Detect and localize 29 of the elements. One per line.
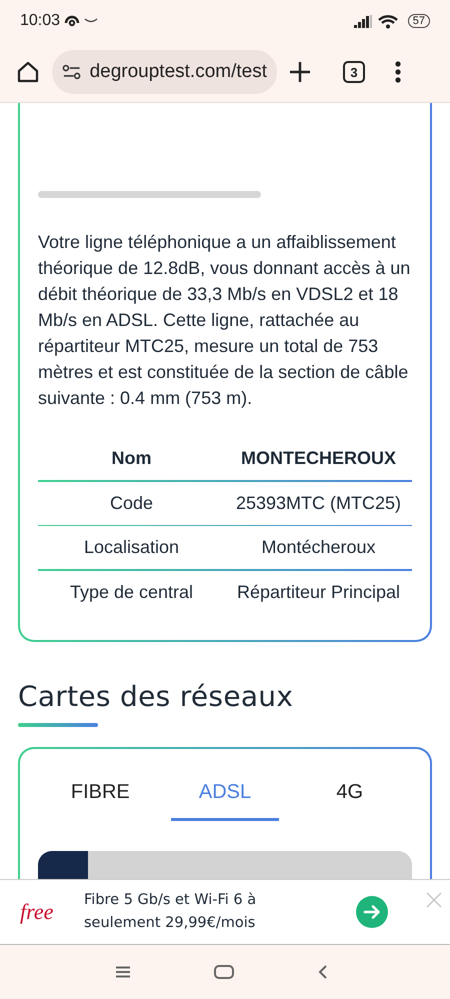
home-icon[interactable] — [16, 60, 40, 84]
status-time: 10:03 — [20, 12, 60, 30]
map-tab[interactable]: 4G — [295, 770, 404, 820]
section-title: Cartes des réseaux — [18, 680, 294, 712]
battery-level: 57 — [408, 14, 430, 28]
site-settings-icon[interactable] — [62, 64, 82, 80]
map-tab[interactable]: ADSL — [170, 770, 280, 820]
url-text: degrouptest.com/test — [90, 61, 267, 83]
ad-logo[interactable]: free — [20, 899, 82, 925]
plus-icon[interactable] — [289, 61, 311, 83]
hotspot-icon — [64, 14, 80, 28]
table-cell-text: Montécheroux — [260, 537, 377, 558]
url-field[interactable]: degrouptest.com/test — [52, 50, 277, 94]
back-icon[interactable] — [318, 965, 328, 979]
signal-icon — [354, 14, 374, 28]
table-cell-text: Localisation — [82, 537, 180, 558]
wifi-icon — [378, 14, 398, 28]
menu-icon[interactable] — [395, 61, 401, 83]
table-header: MONTECHEROUX — [240, 448, 397, 469]
tab-count-button[interactable]: 3 — [343, 61, 365, 83]
table-header: Nom — [110, 448, 152, 469]
table-cell-text: Type de central — [68, 582, 194, 602]
table-cell-text: Code — [108, 492, 154, 514]
line-description: Votre ligne téléphonique a un affaiblissement théorique de 12.8dB, vous donnant accès à un débit théorique de 33,3 Mb/s en VDSL2 et 18 Mb/s en ADSL. Cette ligne, rattachée au répartiteur MTC25, mesure un total de 753 mètres et est constituée de la section de câble suivante : 0.4 mm (753 m). — [38, 231, 412, 410]
arc-icon — [84, 18, 98, 24]
table-cell-text: Répartiteur Principal — [236, 582, 402, 602]
map-tab[interactable]: FIBRE — [46, 770, 155, 820]
ad-text[interactable]: Fibre 5 Gb/s et Wi-Fi 6 à seulement 29,99€/mois — [84, 889, 294, 935]
table-cell-text: 25393MTC (MTC25) — [234, 492, 402, 514]
